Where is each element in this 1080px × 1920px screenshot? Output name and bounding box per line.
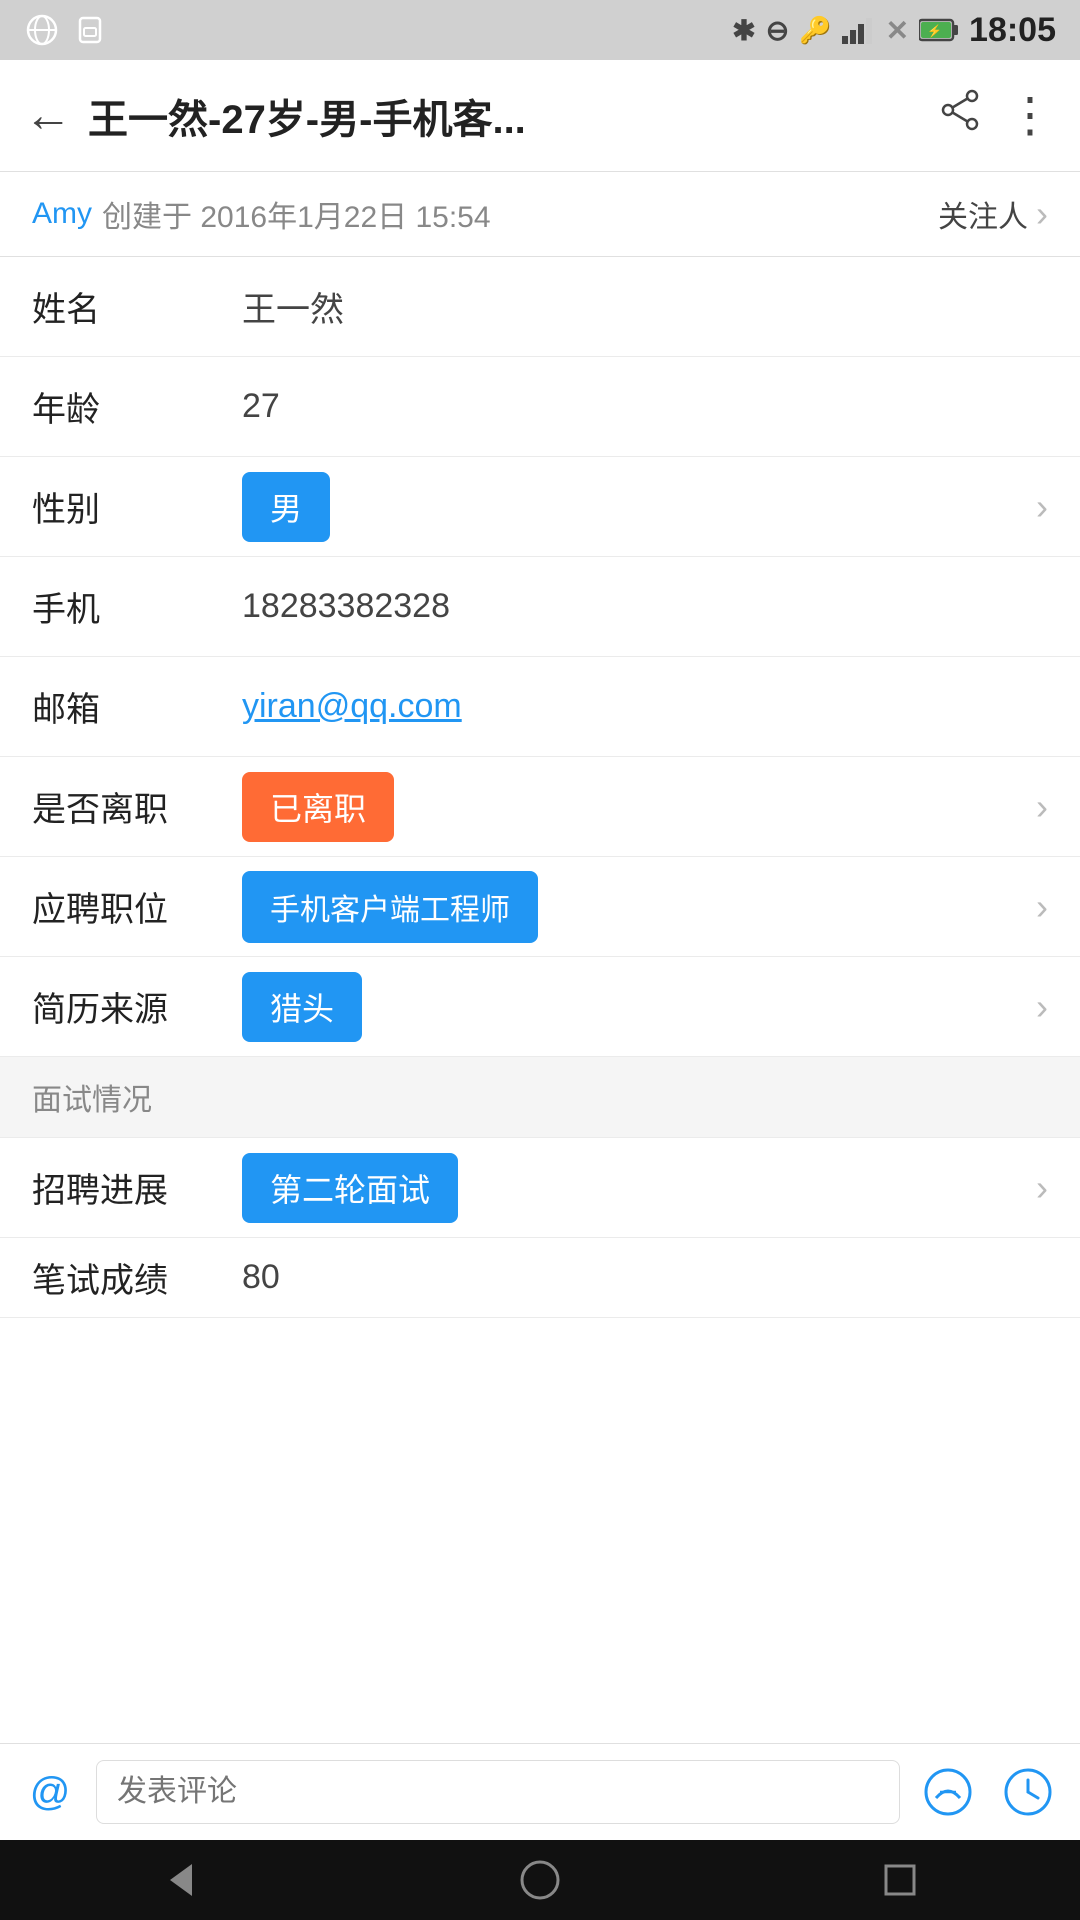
nav-recents-button[interactable] xyxy=(870,1850,930,1910)
resume-source-tag: 猎头 xyxy=(242,972,362,1042)
position-tag: 手机客户端工程师 xyxy=(242,871,538,943)
sim-icon xyxy=(72,12,108,48)
gender-tag: 男 xyxy=(242,472,330,542)
dnd-icon: ⊖ xyxy=(766,14,789,47)
app-bar-actions: ⋮ xyxy=(938,88,1056,143)
field-row-position[interactable]: 应聘职位 手机客户端工程师 › xyxy=(0,857,1080,957)
field-row-phone: 手机 18283382328 xyxy=(0,557,1080,657)
sub-header: Amy 创建于 2016年1月22日 15:54 关注人 › xyxy=(0,172,1080,257)
key-icon: 🔑 xyxy=(799,15,831,46)
progress-tag: 第二轮面试 xyxy=(242,1153,458,1223)
comment-icon-button[interactable] xyxy=(916,1760,980,1824)
field-list: 姓名 王一然 年龄 27 性别 男 › 手机 18283382328 邮箱 yi… xyxy=(0,257,1080,1920)
field-value-resigned: 已离职 xyxy=(242,772,1028,842)
status-right-icons: ✱ ⊖ 🔑 ✕ ⚡ 18:05 xyxy=(732,11,1056,50)
no-signal-icon: ✕ xyxy=(886,14,909,47)
field-label-progress: 招聘进展 xyxy=(32,1163,242,1212)
share-button[interactable] xyxy=(938,88,982,143)
clock-icon-button[interactable] xyxy=(996,1760,1060,1824)
field-value-exam-score: 80 xyxy=(242,1258,1048,1297)
field-value-gender: 男 xyxy=(242,472,1028,542)
nav-home-button[interactable] xyxy=(510,1850,570,1910)
app-bar: ← 王一然-27岁-男-手机客... ⋮ xyxy=(0,60,1080,172)
chevron-icon-progress: › xyxy=(1036,1167,1048,1209)
creator-name[interactable]: Amy xyxy=(32,197,92,231)
comment-icons xyxy=(916,1760,1060,1824)
comment-input[interactable] xyxy=(117,1775,879,1809)
field-row-resigned[interactable]: 是否离职 已离职 › xyxy=(0,757,1080,857)
field-label-phone: 手机 xyxy=(32,582,242,631)
chevron-icon-gender: › xyxy=(1036,486,1048,528)
field-label-resigned: 是否离职 xyxy=(32,782,242,831)
section-interview: 面试情况 xyxy=(0,1057,1080,1138)
follower-button[interactable]: 关注人 › xyxy=(938,192,1048,236)
field-row-exam-score: 笔试成绩 80 xyxy=(0,1238,1080,1318)
status-time: 18:05 xyxy=(969,11,1056,50)
field-label-position: 应聘职位 xyxy=(32,882,242,931)
field-row-email: 邮箱 yiran@qq.com xyxy=(0,657,1080,757)
chevron-icon-resigned: › xyxy=(1036,786,1048,828)
field-row-name: 姓名 王一然 xyxy=(0,257,1080,357)
field-row-gender[interactable]: 性别 男 › xyxy=(0,457,1080,557)
field-value-phone[interactable]: 18283382328 xyxy=(242,587,1048,626)
created-text: 创建于 2016年1月22日 15:54 xyxy=(102,192,491,236)
field-value-position: 手机客户端工程师 xyxy=(242,871,1028,943)
status-bar: ✱ ⊖ 🔑 ✕ ⚡ 18:05 xyxy=(0,0,1080,60)
field-label-email: 邮箱 xyxy=(32,682,242,731)
field-label-resume-source: 简历来源 xyxy=(32,982,242,1031)
bluetooth-icon: ✱ xyxy=(732,14,755,47)
field-value-resume-source: 猎头 xyxy=(242,972,1028,1042)
field-value-name: 王一然 xyxy=(242,282,1048,331)
signal-icon xyxy=(842,16,876,44)
creator-info: Amy 创建于 2016年1月22日 15:54 xyxy=(32,192,491,236)
comment-bar: @ xyxy=(0,1743,1080,1840)
field-value-age: 27 xyxy=(242,387,1048,426)
field-value-progress: 第二轮面试 xyxy=(242,1153,1028,1223)
field-label-age: 年龄 xyxy=(32,382,242,431)
status-left-icons xyxy=(24,12,108,48)
field-row-age: 年龄 27 xyxy=(0,357,1080,457)
back-button[interactable]: ← xyxy=(24,92,72,140)
nav-bar xyxy=(0,1840,1080,1920)
at-button[interactable]: @ xyxy=(20,1762,80,1822)
resigned-tag: 已离职 xyxy=(242,772,394,842)
comment-input-wrap xyxy=(96,1760,900,1824)
battery-icon: ⚡ xyxy=(919,18,959,42)
svg-text:⚡: ⚡ xyxy=(927,24,942,38)
field-row-progress[interactable]: 招聘进展 第二轮面试 › xyxy=(0,1138,1080,1238)
globe-icon xyxy=(24,12,60,48)
menu-button[interactable]: ⋮ xyxy=(1006,92,1056,140)
chevron-icon-resume-source: › xyxy=(1036,986,1048,1028)
field-row-resume-source[interactable]: 简历来源 猎头 › xyxy=(0,957,1080,1057)
nav-back-button[interactable] xyxy=(150,1850,210,1910)
chevron-icon-position: › xyxy=(1036,886,1048,928)
field-label-gender: 性别 xyxy=(32,482,242,531)
field-label-name: 姓名 xyxy=(32,282,242,331)
field-value-email[interactable]: yiran@qq.com xyxy=(242,687,1048,726)
field-label-exam-score: 笔试成绩 xyxy=(32,1253,242,1302)
page-title: 王一然-27岁-男-手机客... xyxy=(88,87,938,145)
